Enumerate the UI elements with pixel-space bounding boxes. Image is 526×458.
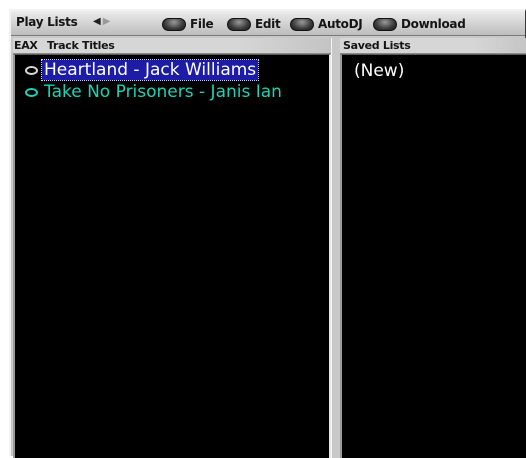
- panel-splitter[interactable]: [331, 38, 340, 458]
- pill-button-icon: [290, 17, 314, 31]
- saved-lists-list[interactable]: (New): [340, 54, 526, 458]
- playlist-window: Play Lists ◀ ▶ File Edit AutoDJ Download …: [9, 9, 526, 458]
- eax-column-header[interactable]: EAX: [14, 39, 38, 52]
- nav-arrows: ◀ ▶: [93, 16, 110, 27]
- download-menu-label: Download: [401, 17, 466, 31]
- window-title: Play Lists: [16, 15, 78, 29]
- toolbar: Play Lists ◀ ▶ File Edit AutoDJ Download: [11, 11, 525, 36]
- autodj-menu-button[interactable]: AutoDJ: [290, 15, 363, 33]
- autodj-menu-label: AutoDJ: [318, 17, 363, 31]
- track-list[interactable]: Heartland - Jack Williams Take No Prison…: [13, 54, 331, 458]
- saved-lists-column-header[interactable]: Saved Lists: [343, 39, 411, 52]
- file-menu-button[interactable]: File: [162, 15, 214, 33]
- list-item[interactable]: Heartland - Jack Williams: [25, 59, 260, 81]
- saved-lists-header: Saved Lists: [340, 38, 526, 54]
- pill-button-icon: [373, 17, 397, 31]
- file-menu-label: File: [190, 17, 214, 31]
- pill-button-icon: [162, 17, 186, 31]
- track-title: Take No Prisoners - Janis Ian: [44, 82, 282, 102]
- track-titles-column-header[interactable]: Track Titles: [47, 39, 115, 52]
- saved-list-item-new[interactable]: (New): [354, 61, 404, 81]
- track-title: Heartland - Jack Williams: [40, 59, 260, 81]
- next-arrow-icon[interactable]: ▶: [103, 16, 111, 27]
- pill-button-icon: [227, 17, 251, 31]
- track-titles-header: EAX Track Titles: [13, 38, 331, 54]
- list-item[interactable]: Take No Prisoners - Janis Ian: [25, 82, 284, 102]
- eax-loop-icon: [25, 87, 38, 97]
- eax-loop-icon: [25, 65, 38, 75]
- edit-menu-label: Edit: [255, 17, 281, 31]
- saved-lists-panel: Saved Lists (New): [340, 38, 526, 458]
- edit-menu-button[interactable]: Edit: [227, 15, 281, 33]
- track-titles-panel: EAX Track Titles Heartland - Jack Willia…: [13, 38, 331, 458]
- download-menu-button[interactable]: Download: [373, 15, 466, 33]
- previous-arrow-icon[interactable]: ◀: [93, 16, 101, 27]
